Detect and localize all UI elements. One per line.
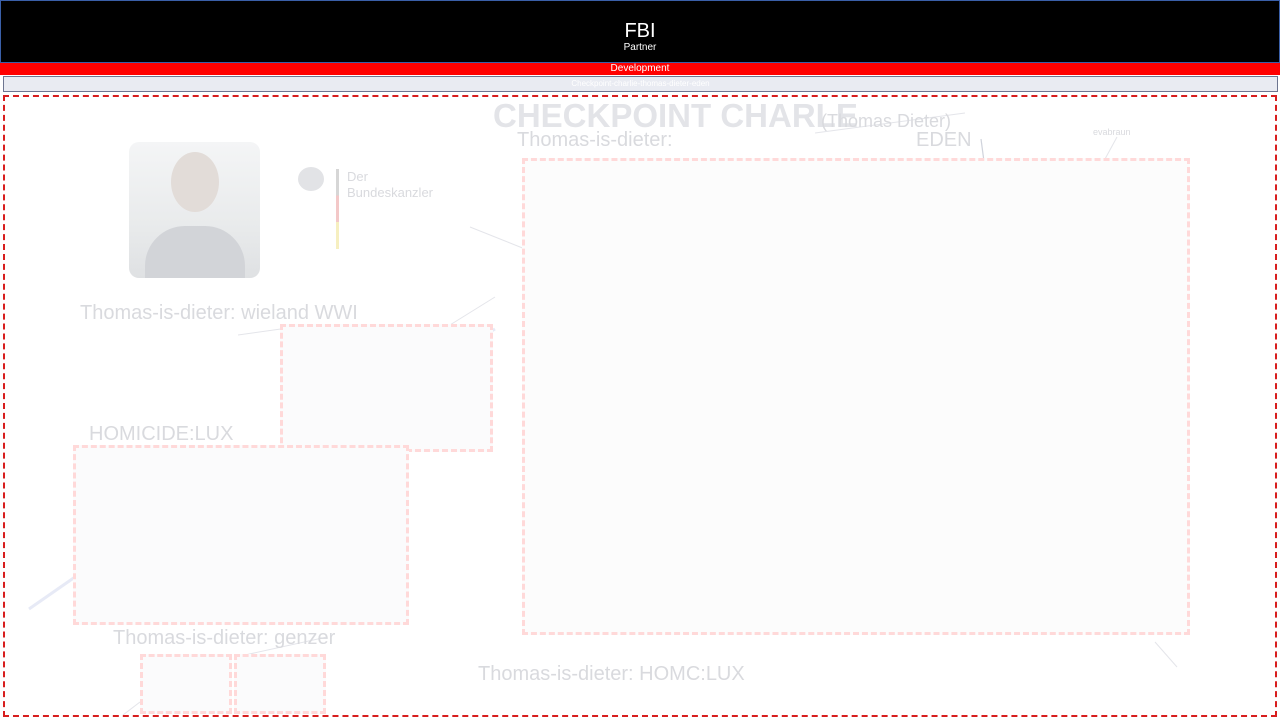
portrait-head <box>171 152 219 212</box>
environment-bar: Development <box>0 63 1280 75</box>
thumbnail-frame-2[interactable] <box>234 654 326 714</box>
label-genzer: Thomas-is-dieter: genzer <box>113 627 336 649</box>
header-subtitle: Partner <box>623 42 657 53</box>
federal-eagle-icon <box>298 167 324 191</box>
label-eden: EDEN <box>916 129 972 151</box>
label-wieland: Thomas-is-dieter: wieland WWI <box>80 302 358 324</box>
large-photo-frame[interactable] <box>522 158 1190 635</box>
homicide-photo-frame[interactable] <box>73 445 409 625</box>
logo-text-der: Der <box>347 169 368 184</box>
evidence-board[interactable]: CHECKPOINT CHARLE (Thomas Dieter) Thomas… <box>3 95 1277 717</box>
flag-stripe <box>336 169 339 249</box>
label-homicide: HOMICIDE:LUX <box>89 423 234 445</box>
portrait-photo[interactable] <box>129 142 260 278</box>
portrait-body <box>145 226 245 278</box>
label-homc: Thomas-is-dieter: HOMC:LUX <box>478 663 745 685</box>
thumbnail-frame-1[interactable] <box>140 654 232 714</box>
header-title: FBI <box>624 20 656 42</box>
label-thomas-top: Thomas-is-dieter: <box>517 129 673 151</box>
logo-text-bundeskanzler: Bundeskanzler <box>347 185 433 200</box>
label-evabraun: evabraun <box>1093 127 1131 137</box>
small-photo-frame[interactable] <box>280 324 493 452</box>
app-header: FBI Partner <box>0 0 1280 63</box>
url-bar[interactable]: Checkpoint-charlie-thomas-dieter-eden <box>3 76 1278 92</box>
